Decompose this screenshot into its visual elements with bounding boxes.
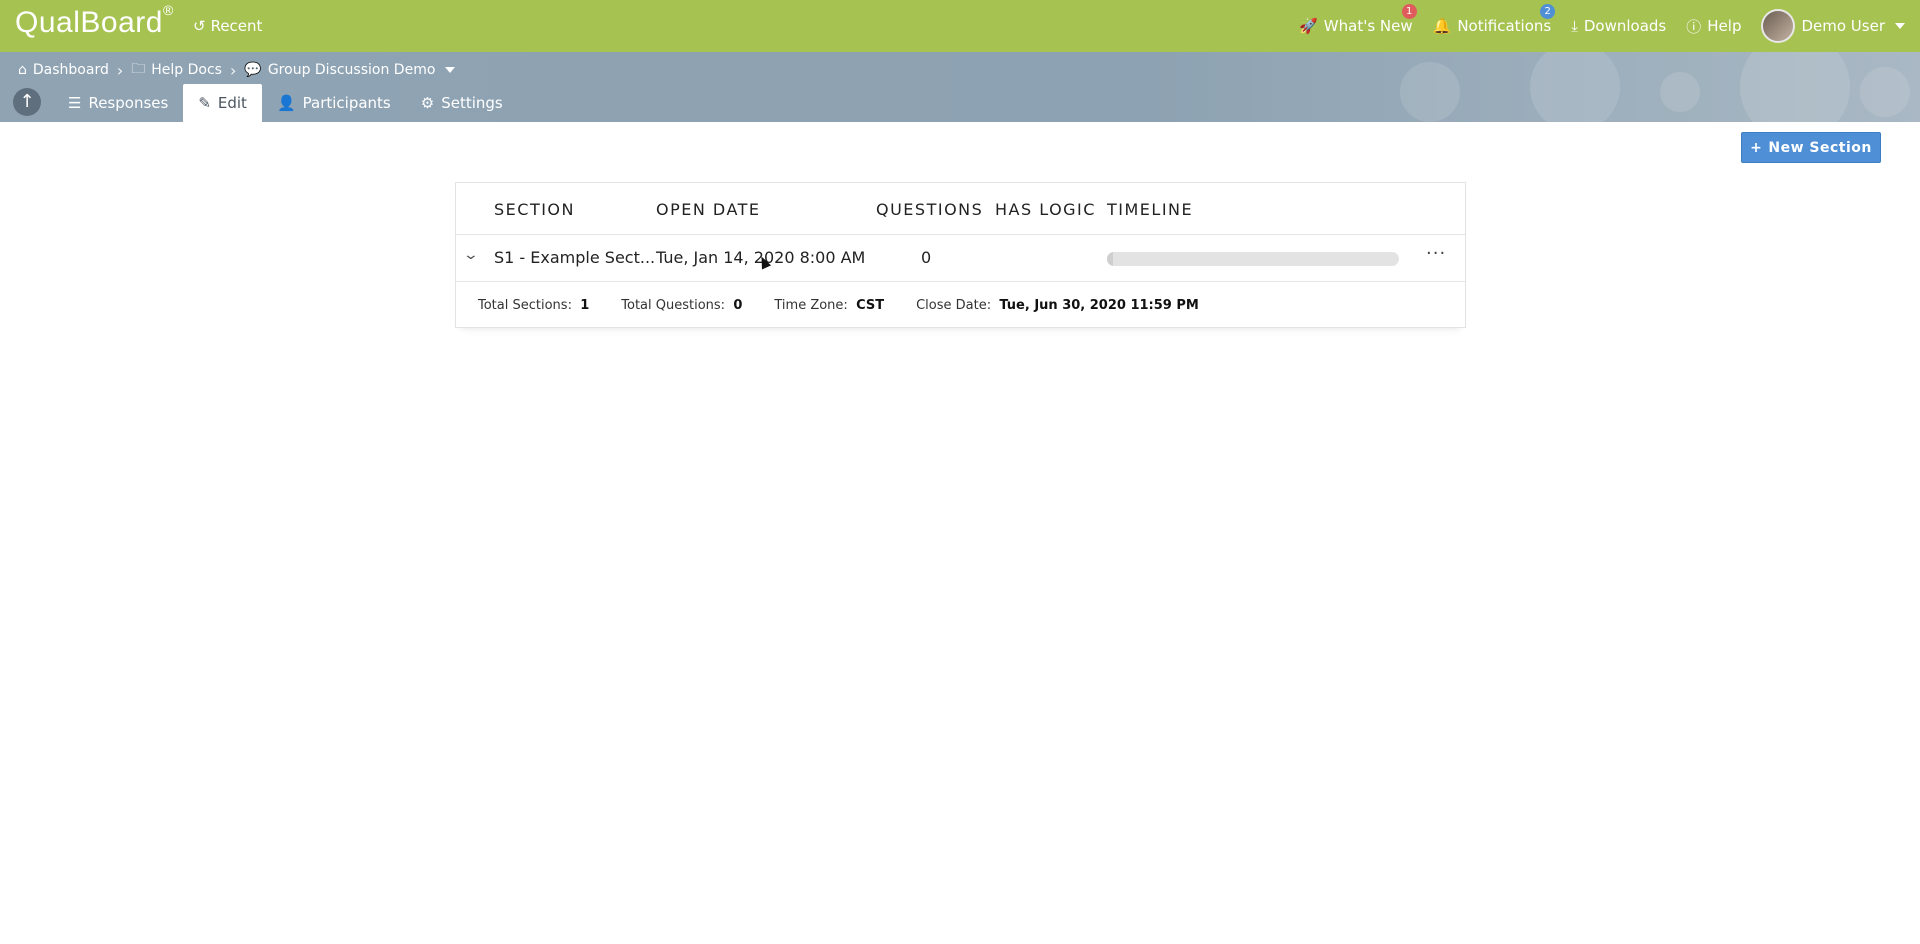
close-date: Close Date: Tue, Jun 30, 2020 11:59 PM: [916, 298, 1199, 313]
user-menu[interactable]: Demo User: [1761, 9, 1905, 43]
plus-icon: +: [1750, 139, 1763, 156]
whats-new-label: What's New: [1323, 17, 1413, 35]
breadcrumb-help-docs-label: Help Docs: [151, 62, 222, 78]
section-name[interactable]: S1 - Example Sect...: [494, 248, 655, 267]
tab-edit[interactable]: ✎ Edit: [183, 84, 262, 122]
decorative-bubbles: [1320, 52, 1920, 122]
project-tabs: ☰ Responses ✎ Edit 👤 Participants ⚙ Sett…: [53, 84, 518, 122]
tab-responses[interactable]: ☰ Responses: [53, 84, 183, 122]
breadcrumb-help-docs[interactable]: 🗀 Help Docs: [131, 58, 222, 82]
time-zone: Time Zone: CST: [774, 298, 884, 313]
table-header: SECTION OPEN DATE QUESTIONS HAS LOGIC TI…: [456, 183, 1465, 235]
tab-settings-label: Settings: [441, 94, 503, 112]
new-section-button[interactable]: + New Section: [1741, 132, 1881, 163]
recent-label: Recent: [210, 17, 263, 35]
column-header-section[interactable]: SECTION: [494, 200, 575, 219]
column-header-open-date[interactable]: OPEN DATE: [656, 200, 761, 219]
help-button[interactable]: ⓘ Help: [1686, 16, 1741, 37]
question-circle-icon: ⓘ: [1686, 17, 1702, 36]
chevron-right-icon: ›: [229, 60, 237, 80]
downloads-label: Downloads: [1583, 17, 1667, 35]
tab-responses-label: Responses: [88, 94, 169, 112]
column-header-timeline[interactable]: TIMELINE: [1107, 200, 1193, 219]
notifications-badge: 2: [1540, 4, 1556, 19]
new-section-label: New Section: [1768, 139, 1872, 156]
gear-icon: ⚙: [420, 94, 435, 112]
comments-icon: 💬: [244, 62, 262, 78]
tab-participants[interactable]: 👤 Participants: [262, 84, 406, 122]
close-date-value: Tue, Jun 30, 2020 11:59 PM: [999, 297, 1199, 313]
breadcrumb-group-discussion-label: Group Discussion Demo: [267, 62, 436, 78]
qualboard-logo[interactable]: QualBoard®: [15, 2, 174, 40]
more-options-icon[interactable]: ···: [1426, 243, 1446, 264]
total-questions-label: Total Questions:: [621, 297, 726, 313]
caret-down-icon: [445, 67, 456, 73]
total-sections-value: 1: [580, 297, 590, 313]
whats-new-badge: 1: [1401, 4, 1417, 19]
user-name: Demo User: [1801, 17, 1885, 35]
breadcrumb: ⌂ Dashboard › 🗀 Help Docs › 💬 Group Disc…: [18, 58, 456, 82]
list-icon: ☰: [68, 94, 82, 112]
chevron-down-icon[interactable]: ⌄: [463, 247, 479, 263]
total-questions: Total Questions: 0: [621, 298, 742, 313]
table-summary: Total Sections: 1 Total Questions: 0 Tim…: [456, 282, 1465, 328]
breadcrumb-dashboard[interactable]: ⌂ Dashboard: [18, 62, 109, 78]
timeline-fill: [1107, 252, 1113, 266]
caret-down-icon: [1895, 23, 1905, 29]
top-navigation-bar: QualBoard® ↺ Recent 🚀 What's New 1 🔔 Not…: [0, 0, 1920, 52]
chevron-right-icon: ›: [116, 60, 124, 80]
top-right-menu: 🚀 What's New 1 🔔 Notifications 2 ⤓ Downl…: [1299, 0, 1905, 52]
column-header-questions[interactable]: QUESTIONS: [876, 200, 983, 219]
total-sections: Total Sections: 1: [478, 298, 589, 313]
column-header-has-logic[interactable]: HAS LOGIC: [995, 200, 1096, 219]
downloads-button[interactable]: ⤓ Downloads: [1571, 17, 1666, 35]
table-row[interactable]: ⌄ S1 - Example Sect... Tue, Jan 14, 2020…: [456, 235, 1465, 282]
breadcrumb-group-discussion[interactable]: 💬 Group Discussion Demo: [244, 62, 456, 78]
question-count: 0: [921, 248, 932, 267]
tab-edit-label: Edit: [217, 94, 247, 112]
notifications-label: Notifications: [1457, 17, 1552, 35]
edit-icon: ✎: [198, 94, 211, 112]
tab-settings[interactable]: ⚙ Settings: [406, 84, 518, 122]
project-header-bar: ⌂ Dashboard › 🗀 Help Docs › 💬 Group Disc…: [0, 52, 1920, 122]
bell-icon: 🔔: [1432, 17, 1452, 35]
logo-registered-mark: ®: [162, 2, 174, 18]
sections-table: SECTION OPEN DATE QUESTIONS HAS LOGIC TI…: [455, 182, 1466, 328]
time-zone-label: Time Zone:: [774, 297, 848, 313]
recent-button[interactable]: ↺ Recent: [193, 17, 262, 35]
tab-participants-label: Participants: [302, 94, 391, 112]
close-date-label: Close Date:: [916, 297, 992, 313]
history-icon: ↺: [193, 17, 206, 35]
folder-icon: 🗀: [131, 61, 146, 77]
home-icon: ⌂: [18, 62, 27, 78]
user-icon: 👤: [276, 94, 296, 112]
help-label: Help: [1707, 17, 1742, 35]
avatar: [1761, 9, 1796, 43]
total-sections-label: Total Sections:: [478, 297, 572, 313]
breadcrumb-dashboard-label: Dashboard: [32, 62, 109, 78]
rocket-icon: 🚀: [1299, 17, 1318, 35]
notifications-button[interactable]: 🔔 Notifications 2: [1432, 4, 1556, 35]
up-level-button[interactable]: ↑: [13, 88, 41, 116]
whats-new-button[interactable]: 🚀 What's New 1: [1299, 4, 1417, 35]
time-zone-value: CST: [856, 297, 885, 313]
timeline-bar: [1107, 252, 1399, 266]
download-icon: ⤓: [1571, 17, 1578, 35]
total-questions-value: 0: [733, 297, 743, 313]
logo-text: QualBoard: [15, 6, 163, 39]
